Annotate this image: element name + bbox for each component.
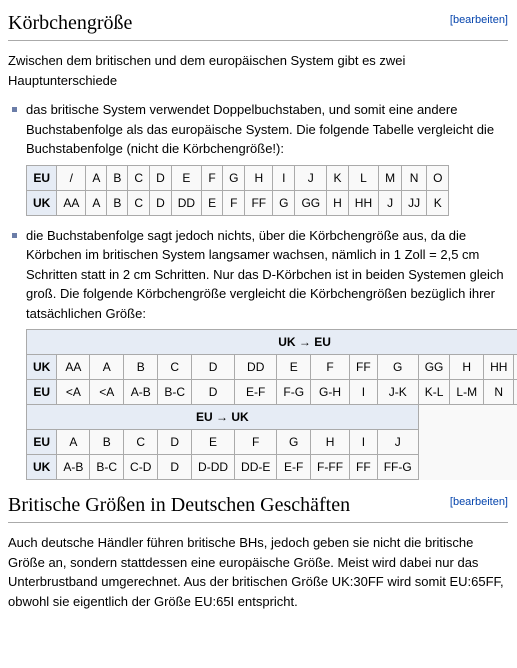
table-section-header: EU → UK: [27, 405, 419, 430]
heading-text: Britische Größen in Deutschen Geschäften: [8, 494, 350, 516]
letter-sequence-table: EU /ABCDEFGHIJKLMNO UK AAABCDDDEFFFGGGHH…: [26, 165, 449, 216]
row-label: UK: [27, 355, 57, 380]
intro-paragraph: Zwischen dem britischen und dem europäis…: [8, 51, 508, 90]
section-heading-british-sizes: [bearbeiten] Britische Größen in Deutsch…: [8, 490, 508, 523]
table-section-header: UK → EU: [27, 330, 517, 355]
edit-link-2[interactable]: [bearbeiten]: [450, 494, 508, 511]
list-item: die Buchstabenfolge sagt jedoch nichts, …: [26, 226, 508, 481]
row-label: EU: [27, 165, 57, 190]
cup-size-table: UK → EU UK AAABCDDDEFFFGGGHHHJJJ EU <A<A…: [26, 329, 517, 480]
section-heading-korbchengrosse: [bearbeiten] Körbchengröße: [8, 8, 508, 41]
row-label: UK: [27, 190, 57, 215]
row-label: EU: [27, 380, 57, 405]
row-label: EU: [27, 430, 57, 455]
heading-text: Körbchengröße: [8, 12, 132, 34]
list-item: das britische System verwendet Doppelbuc…: [26, 100, 508, 216]
row-label: UK: [27, 455, 57, 480]
edit-link-1[interactable]: [bearbeiten]: [450, 12, 508, 29]
sec2-paragraph: Auch deutsche Händler führen britische B…: [8, 533, 508, 611]
